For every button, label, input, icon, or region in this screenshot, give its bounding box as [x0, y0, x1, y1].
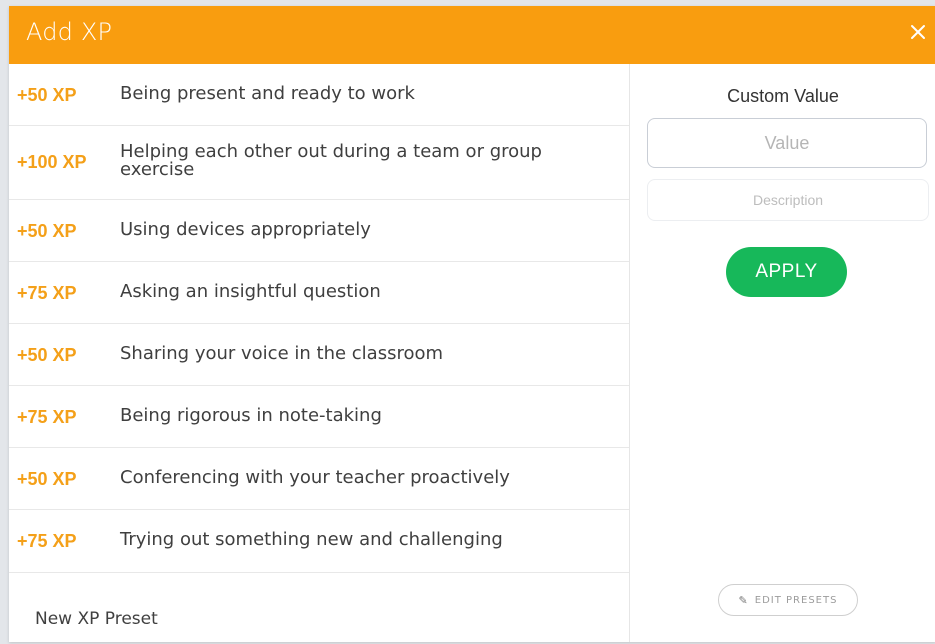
- preset-xp: +75 XP: [17, 283, 77, 303]
- preset-row[interactable]: +75 XP Trying out something new and chal…: [9, 509, 629, 573]
- preset-xp: +50 XP: [17, 345, 77, 365]
- preset-description: Being present and ready to work: [120, 83, 415, 104]
- custom-value-label: Custom Value: [727, 86, 839, 106]
- add-xp-modal: Add XP +50 XP Being present and ready to…: [9, 6, 935, 642]
- preset-row[interactable]: +100 XP Helping each other out during a …: [9, 125, 629, 200]
- new-xp-preset[interactable]: New XP Preset: [35, 609, 158, 629]
- description-input[interactable]: [647, 179, 929, 221]
- preset-description: Trying out something new and challenging: [120, 529, 503, 550]
- preset-description: Helping each other out during a team or …: [120, 141, 542, 180]
- preset-xp: +50 XP: [17, 221, 77, 241]
- preset-row[interactable]: +75 XP Asking an insightful question: [9, 261, 629, 324]
- preset-description: Asking an insightful question: [120, 281, 381, 302]
- preset-xp: +50 XP: [17, 469, 77, 489]
- preset-xp: +75 XP: [17, 407, 77, 427]
- preset-description: Conferencing with your teacher proactive…: [120, 467, 510, 488]
- preset-row[interactable]: +75 XP Being rigorous in note-taking: [9, 385, 629, 448]
- preset-description: Being rigorous in note-taking: [120, 405, 382, 426]
- modal-title: Add XP: [26, 18, 113, 46]
- preset-description: Using devices appropriately: [120, 219, 371, 240]
- preset-description: Sharing your voice in the classroom: [120, 343, 444, 364]
- edit-presets-button[interactable]: ✎ EDIT PRESETS: [718, 584, 858, 616]
- pencil-icon: ✎: [738, 593, 749, 607]
- preset-row[interactable]: +50 XP Conferencing with your teacher pr…: [9, 447, 629, 510]
- preset-row[interactable]: +50 XP Sharing your voice in the classro…: [9, 323, 629, 386]
- edit-presets-label: EDIT PRESETS: [754, 594, 838, 606]
- presets-list: +50 XP Being present and ready to work +…: [9, 64, 630, 642]
- preset-row[interactable]: +50 XP Being present and ready to work: [9, 64, 629, 126]
- preset-xp: +75 XP: [17, 531, 77, 551]
- apply-button[interactable]: APPLY: [726, 247, 847, 297]
- value-input[interactable]: [647, 118, 927, 168]
- close-icon[interactable]: [908, 22, 932, 46]
- preset-xp: +50 XP: [17, 85, 77, 105]
- modal-header: Add XP: [9, 6, 935, 64]
- preset-row[interactable]: +50 XP Using devices appropriately: [9, 199, 629, 262]
- custom-value-panel: Custom Value APPLY ✎ EDIT PRESETS: [630, 64, 935, 642]
- preset-xp: +100 XP: [17, 152, 87, 172]
